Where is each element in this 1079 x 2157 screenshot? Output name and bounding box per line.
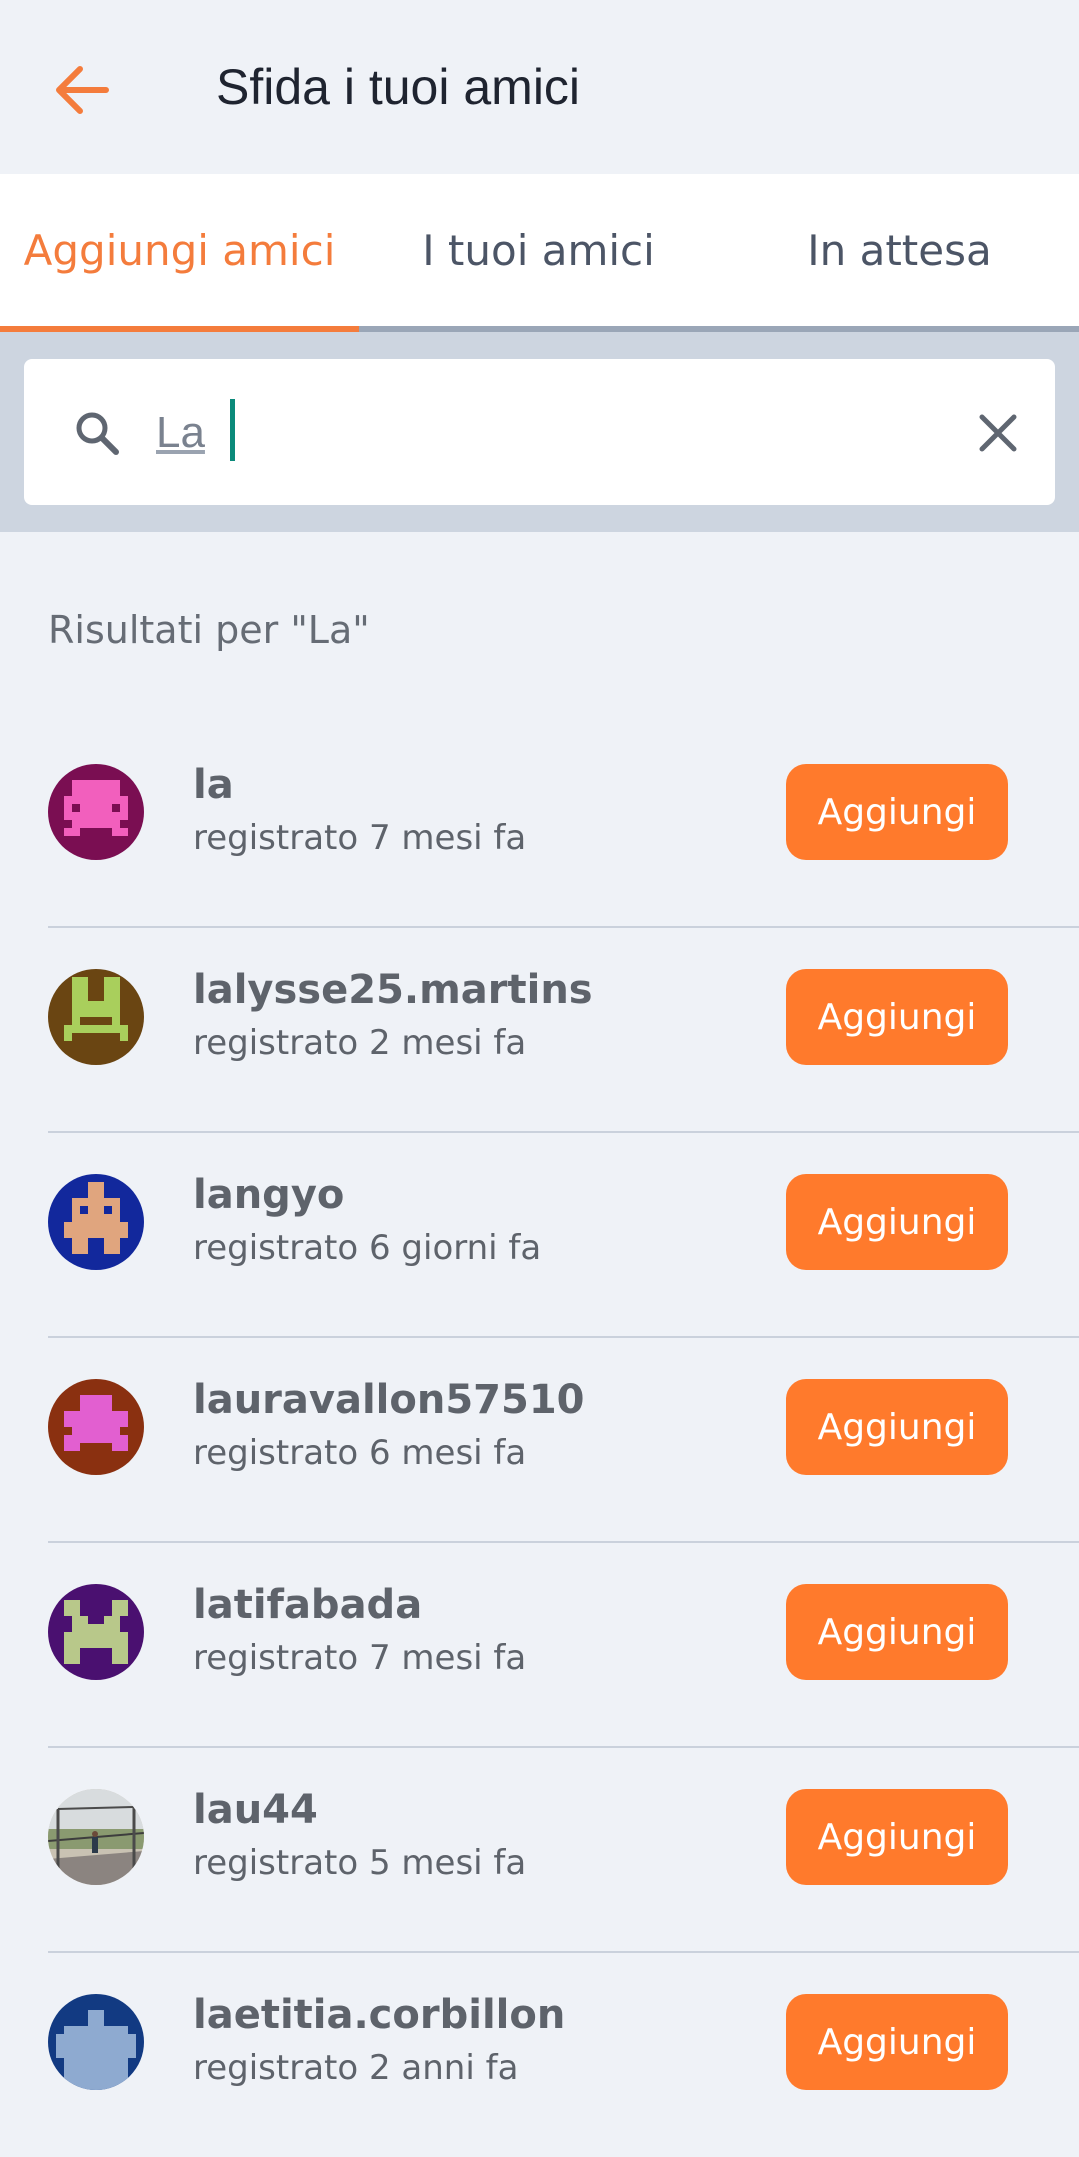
list-item: laetitia.corbillon registrato 2 anni fa … [0, 1952, 1079, 2157]
results-heading: Risultati per "La" [48, 608, 370, 652]
avatar[interactable] [48, 1584, 144, 1680]
username: langyo [193, 1172, 345, 1218]
page-title: Sfida i tuoi amici [216, 59, 581, 115]
registration-date: registrato 6 mesi fa [193, 1433, 527, 1473]
add-friend-button[interactable]: Aggiungi [786, 1789, 1008, 1885]
registration-date: registrato 6 giorni fa [193, 1228, 542, 1268]
list-item: lauravallon57510 registrato 6 mesi fa Ag… [0, 1337, 1079, 1543]
tab-i-tuoi-amici[interactable]: I tuoi amici [359, 174, 718, 326]
tab-in-attesa[interactable]: In attesa [720, 174, 1079, 326]
username: lauravallon57510 [193, 1377, 585, 1423]
text-cursor [230, 399, 235, 461]
search-icon [76, 412, 119, 455]
search-box [24, 359, 1055, 505]
avatar[interactable] [48, 969, 144, 1065]
registration-date: registrato 2 mesi fa [193, 1023, 527, 1063]
add-friend-button[interactable]: Aggiungi [786, 969, 1008, 1065]
arrow-left-icon [56, 66, 109, 114]
username: lau44 [193, 1787, 318, 1833]
registration-date: registrato 7 mesi fa [193, 1638, 527, 1678]
list-item: lau44 registrato 5 mesi fa Aggiungi [0, 1747, 1079, 1953]
list-item: lalysse25.martins registrato 2 mesi fa A… [0, 927, 1079, 1133]
add-friend-button[interactable]: Aggiungi [786, 1994, 1008, 2090]
avatar[interactable] [48, 1379, 144, 1475]
registration-date: registrato 2 anni fa [193, 2048, 519, 2088]
tab-bar: Aggiungi amici I tuoi amici In attesa [0, 174, 1079, 332]
username: lalysse25.martins [193, 967, 593, 1013]
back-button[interactable] [50, 60, 120, 120]
search-bar [0, 332, 1079, 532]
search-input[interactable] [154, 397, 938, 469]
add-friend-button[interactable]: Aggiungi [786, 764, 1008, 860]
registration-date: registrato 7 mesi fa [193, 818, 527, 858]
username: latifabada [193, 1582, 423, 1628]
list-item: latifabada registrato 7 mesi fa Aggiungi [0, 1542, 1079, 1748]
app-bar: Sfida i tuoi amici [0, 0, 1079, 174]
username: la [193, 762, 234, 808]
avatar[interactable] [48, 1789, 144, 1885]
username: laetitia.corbillon [193, 1992, 566, 2038]
close-icon [979, 414, 1017, 452]
avatar[interactable] [48, 1174, 144, 1270]
add-friend-button[interactable]: Aggiungi [786, 1584, 1008, 1680]
list-item: langyo registrato 6 giorni fa Aggiungi [0, 1132, 1079, 1338]
add-friend-button[interactable]: Aggiungi [786, 1174, 1008, 1270]
avatar[interactable] [48, 1994, 144, 2090]
add-friend-button[interactable]: Aggiungi [786, 1379, 1008, 1475]
tab-aggiungi-amici[interactable]: Aggiungi amici [0, 174, 359, 326]
registration-date: registrato 5 mesi fa [193, 1843, 527, 1883]
list-item: la registrato 7 mesi fa Aggiungi [0, 722, 1079, 928]
avatar[interactable] [48, 764, 144, 860]
clear-search-button[interactable] [968, 403, 1028, 463]
